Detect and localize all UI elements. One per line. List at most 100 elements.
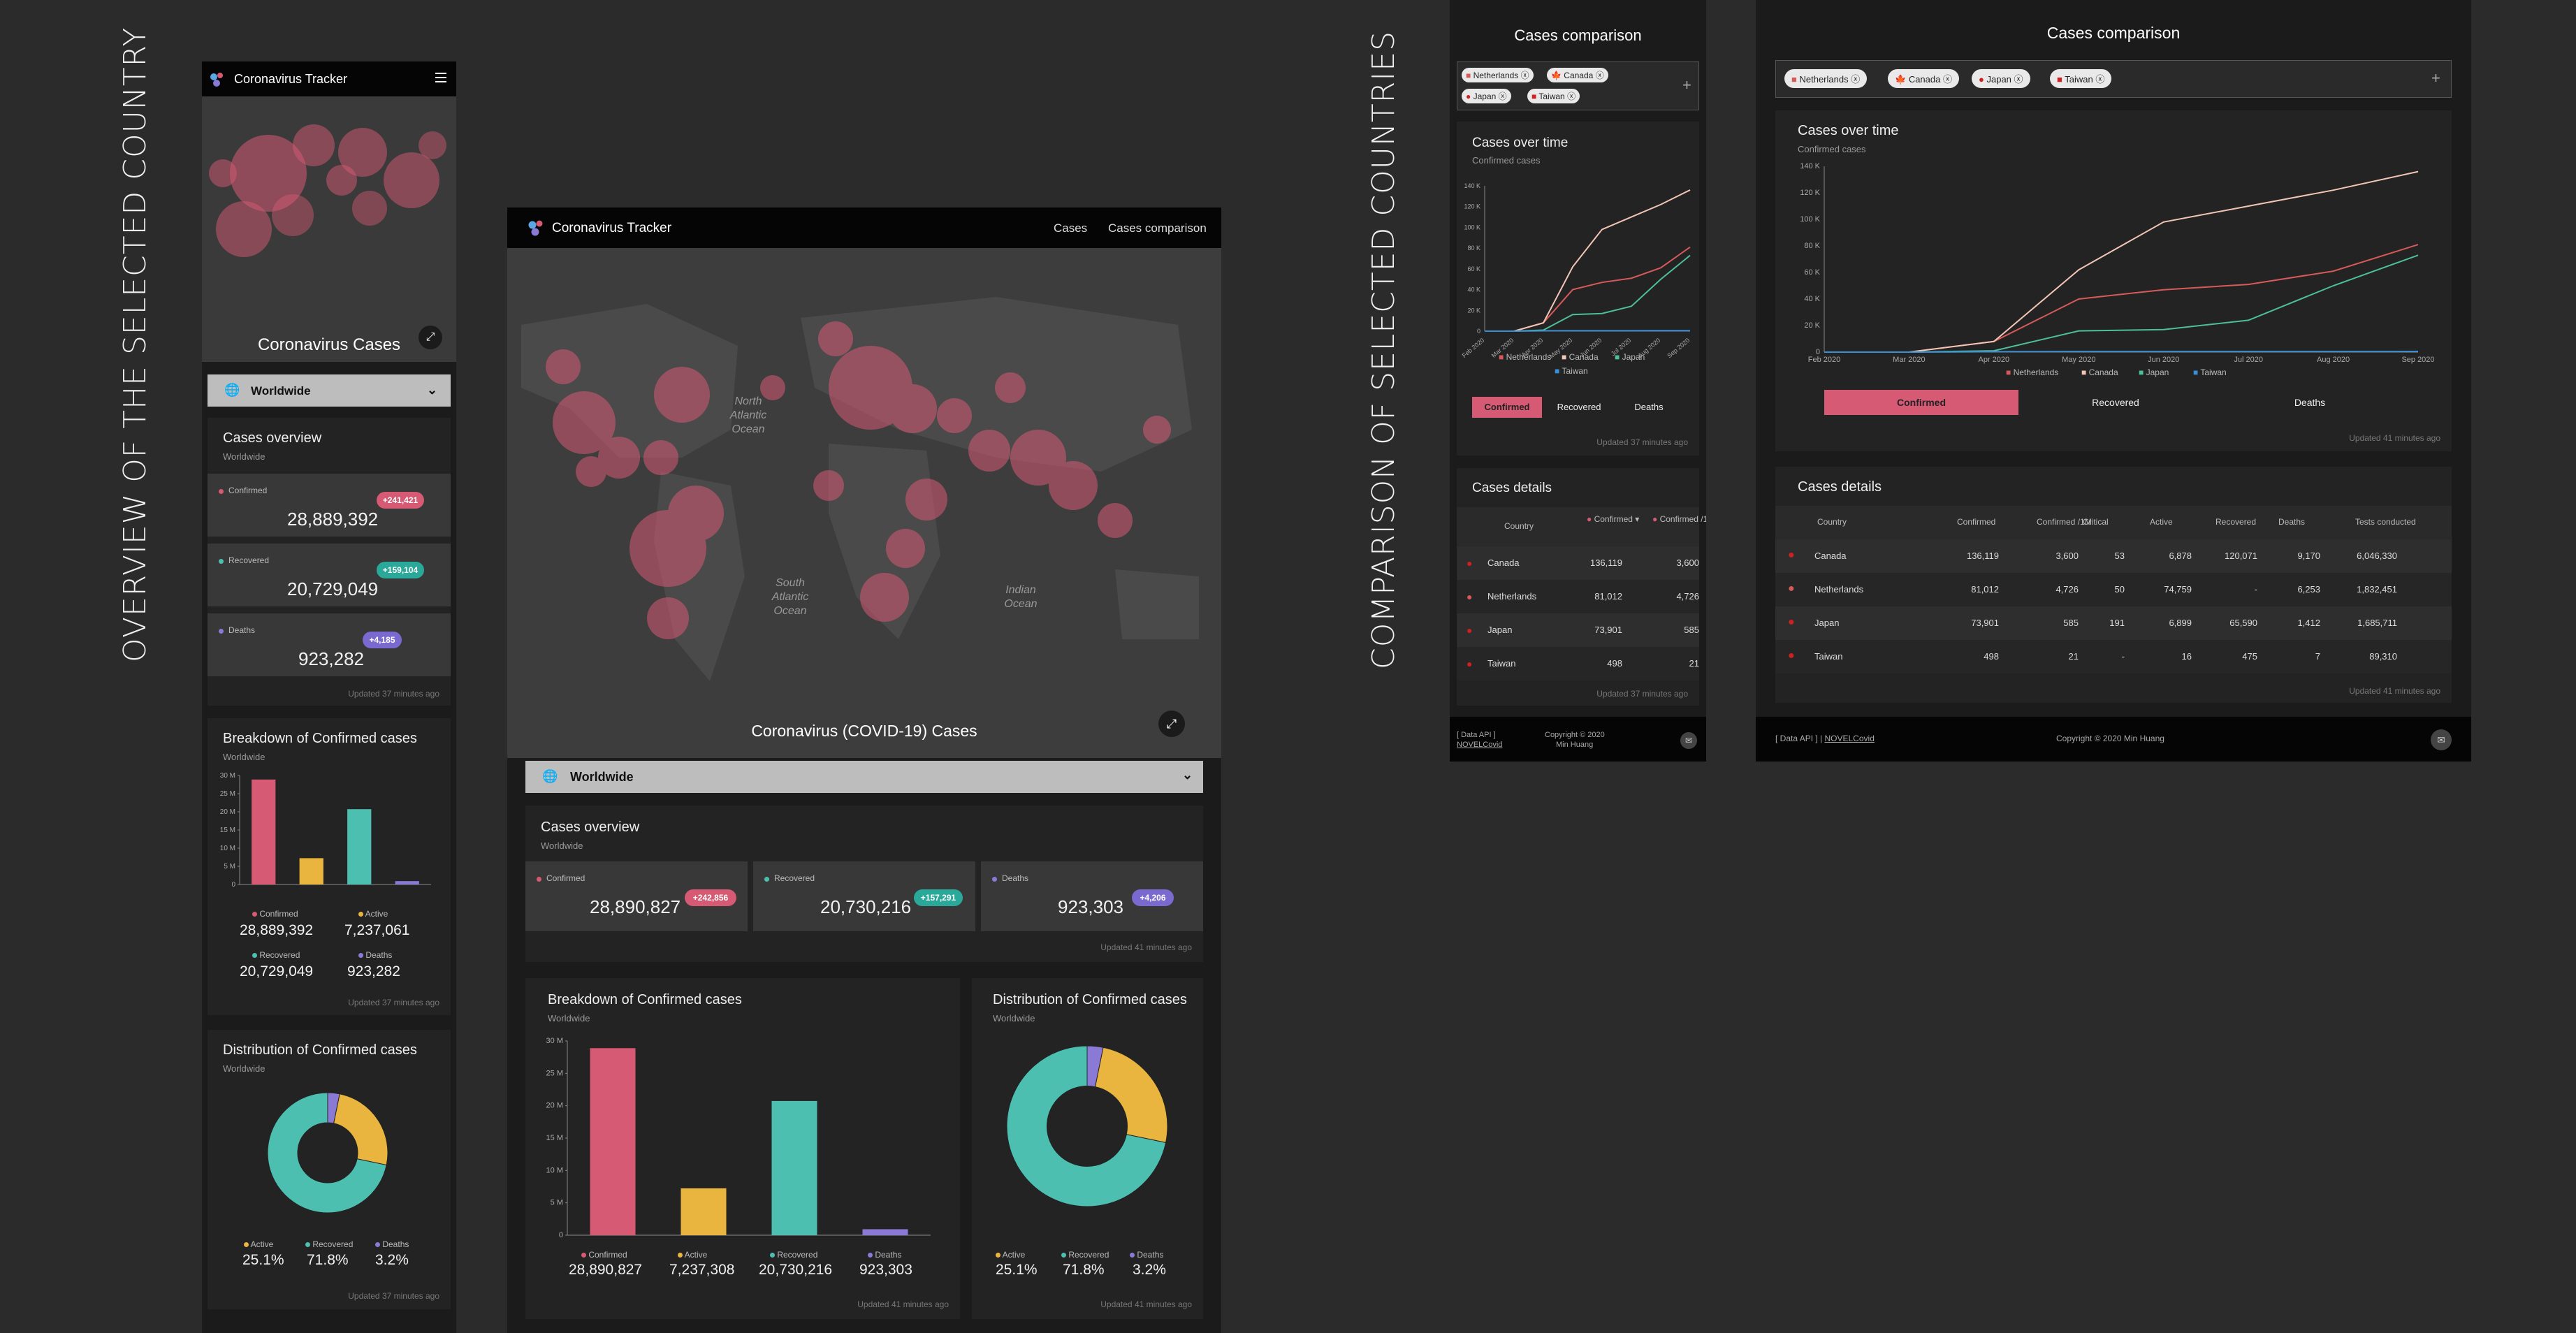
chip-remove-icon[interactable]: ⓧ: [2014, 74, 2023, 85]
table-cell: 81,012: [1971, 584, 1999, 595]
flag-icon: ●: [1467, 591, 1473, 602]
table-cell: 89,310: [2369, 651, 2397, 662]
country-chip-input[interactable]: ■ Netherlands ⓧ 🍁 Canada ⓧ ● Japan ⓧ ■ T…: [1457, 61, 1699, 110]
tab-confirmed[interactable]: Confirmed: [1824, 390, 2018, 415]
cases-line-chart: 0 20 K 40 K 60 K 80 K 100 K 120 K 140 K Feb 2020…: [1461, 182, 1691, 359]
tab-confirmed[interactable]: Confirmed: [1472, 397, 1542, 418]
y-tick-label: 5 M: [224, 863, 235, 871]
nav-cases-comparison[interactable]: Cases comparison: [1108, 221, 1207, 235]
chip-remove-icon[interactable]: ⓧ: [1943, 74, 1952, 85]
chip-taiwan[interactable]: ■ Taiwan ⓧ: [2050, 69, 2112, 88]
chip-japan[interactable]: ● Japan ⓧ: [1972, 69, 2030, 88]
chip-netherlands[interactable]: ■ Netherlands ⓧ: [1462, 68, 1534, 82]
card-title: Breakdown of Confirmed cases: [548, 992, 742, 1007]
stat-deaths: Deaths 923,303 +4,206: [981, 861, 1203, 931]
add-icon[interactable]: +: [1682, 76, 1691, 94]
table-cell: 6,878: [2169, 551, 2192, 561]
updated-text: Updated 41 minutes ago: [1100, 1299, 1192, 1309]
nav-cases[interactable]: Cases: [1054, 221, 1087, 235]
add-icon[interactable]: +: [2431, 69, 2440, 87]
legend-value: 3.2%: [1133, 1262, 1166, 1278]
chip-japan[interactable]: ● Japan ⓧ: [1462, 89, 1511, 103]
menu-icon[interactable]: [435, 73, 446, 82]
tab-deaths[interactable]: Deaths: [2213, 390, 2407, 415]
cell-confirmed-1m: 3,600: [1676, 558, 1699, 568]
bar-deaths: [395, 881, 419, 884]
footer-author: Min Huang: [1556, 741, 1594, 749]
mail-icon[interactable]: ✉: [2431, 729, 2452, 750]
legend-value: 7,237,061: [344, 922, 410, 938]
y-tick-label: 30 M: [546, 1037, 563, 1045]
chip-remove-icon[interactable]: ⓧ: [1596, 71, 1604, 80]
cell-confirmed-1m: 585: [1684, 625, 1699, 635]
world-map[interactable]: Coronavirus Cases ⤢: [202, 96, 456, 362]
mail-icon[interactable]: ✉: [1680, 732, 1697, 749]
table-row[interactable]: ● Netherlands 81,012 4,726: [1457, 580, 1699, 613]
column-header[interactable]: Deaths: [2278, 517, 2305, 527]
legend-taiwan: ■ Taiwan: [1555, 366, 1588, 376]
tab-deaths[interactable]: Deaths: [1617, 397, 1680, 418]
chip-taiwan[interactable]: ■ Taiwan ⓧ: [1527, 89, 1580, 103]
cell-confirmed: 73,901: [1594, 625, 1622, 635]
region-value: Worldwide: [251, 384, 311, 398]
app-title: Coronavirus Tracker: [552, 221, 672, 235]
table-row[interactable]: ● Netherlands 81,012 4,726 50 74,759-6,253 1,8…: [1775, 573, 2452, 606]
chip-remove-icon[interactable]: ⓧ: [1851, 74, 1860, 85]
table-cell: -: [2121, 651, 2125, 662]
table-row[interactable]: ● Japan 73,901 585: [1457, 613, 1699, 647]
table-row[interactable]: ● Canada 136,119 3,600: [1457, 546, 1699, 580]
fullscreen-icon[interactable]: ⤢: [1158, 711, 1185, 737]
table-cell: 7: [2315, 651, 2320, 662]
legend-value: 71.8%: [1063, 1262, 1105, 1278]
card-subtitle: Worldwide: [223, 1063, 265, 1074]
table-row[interactable]: ● Japan 73,901 585 191 6,899 65,590 1,412 1,685,…: [1775, 606, 2452, 640]
country-chip-input[interactable]: ■ Netherlands ⓧ 🍁 Canada ⓧ ● Japan ⓧ ■ T…: [1775, 60, 2452, 98]
col-country[interactable]: Country: [1504, 521, 1534, 531]
chip-canada[interactable]: 🍁 Canada ⓧ: [1888, 69, 1959, 88]
cell-confirmed-1m: 21: [1689, 658, 1699, 669]
chip-remove-icon[interactable]: ⓧ: [2095, 74, 2104, 85]
chip-netherlands[interactable]: ■ Netherlands ⓧ: [1784, 69, 1868, 88]
chip-remove-icon[interactable]: ⓧ: [1567, 92, 1576, 101]
table-cell: 136,119: [1966, 551, 1999, 561]
table-row[interactable]: ● Taiwan 498 21-16 475 7 89,310: [1775, 640, 2452, 673]
tab-recovered[interactable]: Recovered: [1548, 397, 1610, 418]
region-value: Worldwide: [570, 770, 634, 784]
tab-recovered[interactable]: Recovered: [2018, 390, 2213, 415]
chevron-down-icon: ⌄: [427, 383, 438, 397]
column-header[interactable]: Critical: [2083, 517, 2109, 527]
fullscreen-icon[interactable]: ⤢: [419, 326, 442, 349]
breakdown-card: Breakdown of Confirmed cases Worldwide 0…: [525, 978, 960, 1319]
col-confirmed-1m[interactable]: ● Confirmed /1M: [1652, 514, 1706, 524]
column-header[interactable]: Confirmed: [1957, 517, 1995, 527]
footer-link[interactable]: NOVELCovid: [1825, 734, 1875, 743]
cell-confirmed: 498: [1607, 658, 1622, 669]
stat-value: 923,303: [1058, 896, 1123, 917]
flag-icon: ●: [1467, 658, 1473, 669]
flag-icon: ●: [1788, 583, 1795, 595]
column-header[interactable]: Active: [2150, 517, 2173, 527]
table-row[interactable]: ● Taiwan 498 21: [1457, 647, 1699, 680]
column-header[interactable]: Tests conducted: [2355, 517, 2416, 527]
column-header[interactable]: Recovered: [2215, 517, 2256, 527]
chip-remove-icon[interactable]: ⓧ: [1499, 92, 1507, 101]
legend-value: 71.8%: [307, 1252, 349, 1268]
table-cell: 73,901: [1971, 618, 1999, 628]
region-select[interactable]: 🌐 Worldwide ⌄: [525, 761, 1203, 793]
flag-icon: ●: [1788, 549, 1795, 561]
chip-canada[interactable]: 🍁 Canada ⓧ: [1547, 68, 1608, 82]
table-row[interactable]: ● Canada 136,119 3,600 53 6,878 120,071 9,170 6,…: [1775, 539, 2452, 573]
world-map[interactable]: North Atlantic Ocean South Atlantic Ocea…: [507, 248, 1221, 758]
region-select[interactable]: 🌐 Worldwide ⌄: [208, 374, 451, 407]
line-taiwan: [1485, 330, 1691, 332]
chip-remove-icon[interactable]: ⓧ: [1521, 71, 1529, 80]
footer-link[interactable]: NOVELCovid: [1457, 741, 1502, 749]
updated-text: Updated 41 minutes ago: [2349, 433, 2440, 443]
table-cell: 6,253: [2297, 584, 2320, 595]
chevron-down-icon: ⌄: [1182, 768, 1193, 782]
col-confirmed[interactable]: ● Confirmed ▾: [1587, 514, 1639, 524]
flag-icon: ●: [1467, 625, 1473, 636]
column-header[interactable]: Country: [1817, 517, 1847, 527]
y-tick-label: 140 K: [1800, 162, 1820, 170]
legend-value: 923,282: [347, 963, 400, 979]
